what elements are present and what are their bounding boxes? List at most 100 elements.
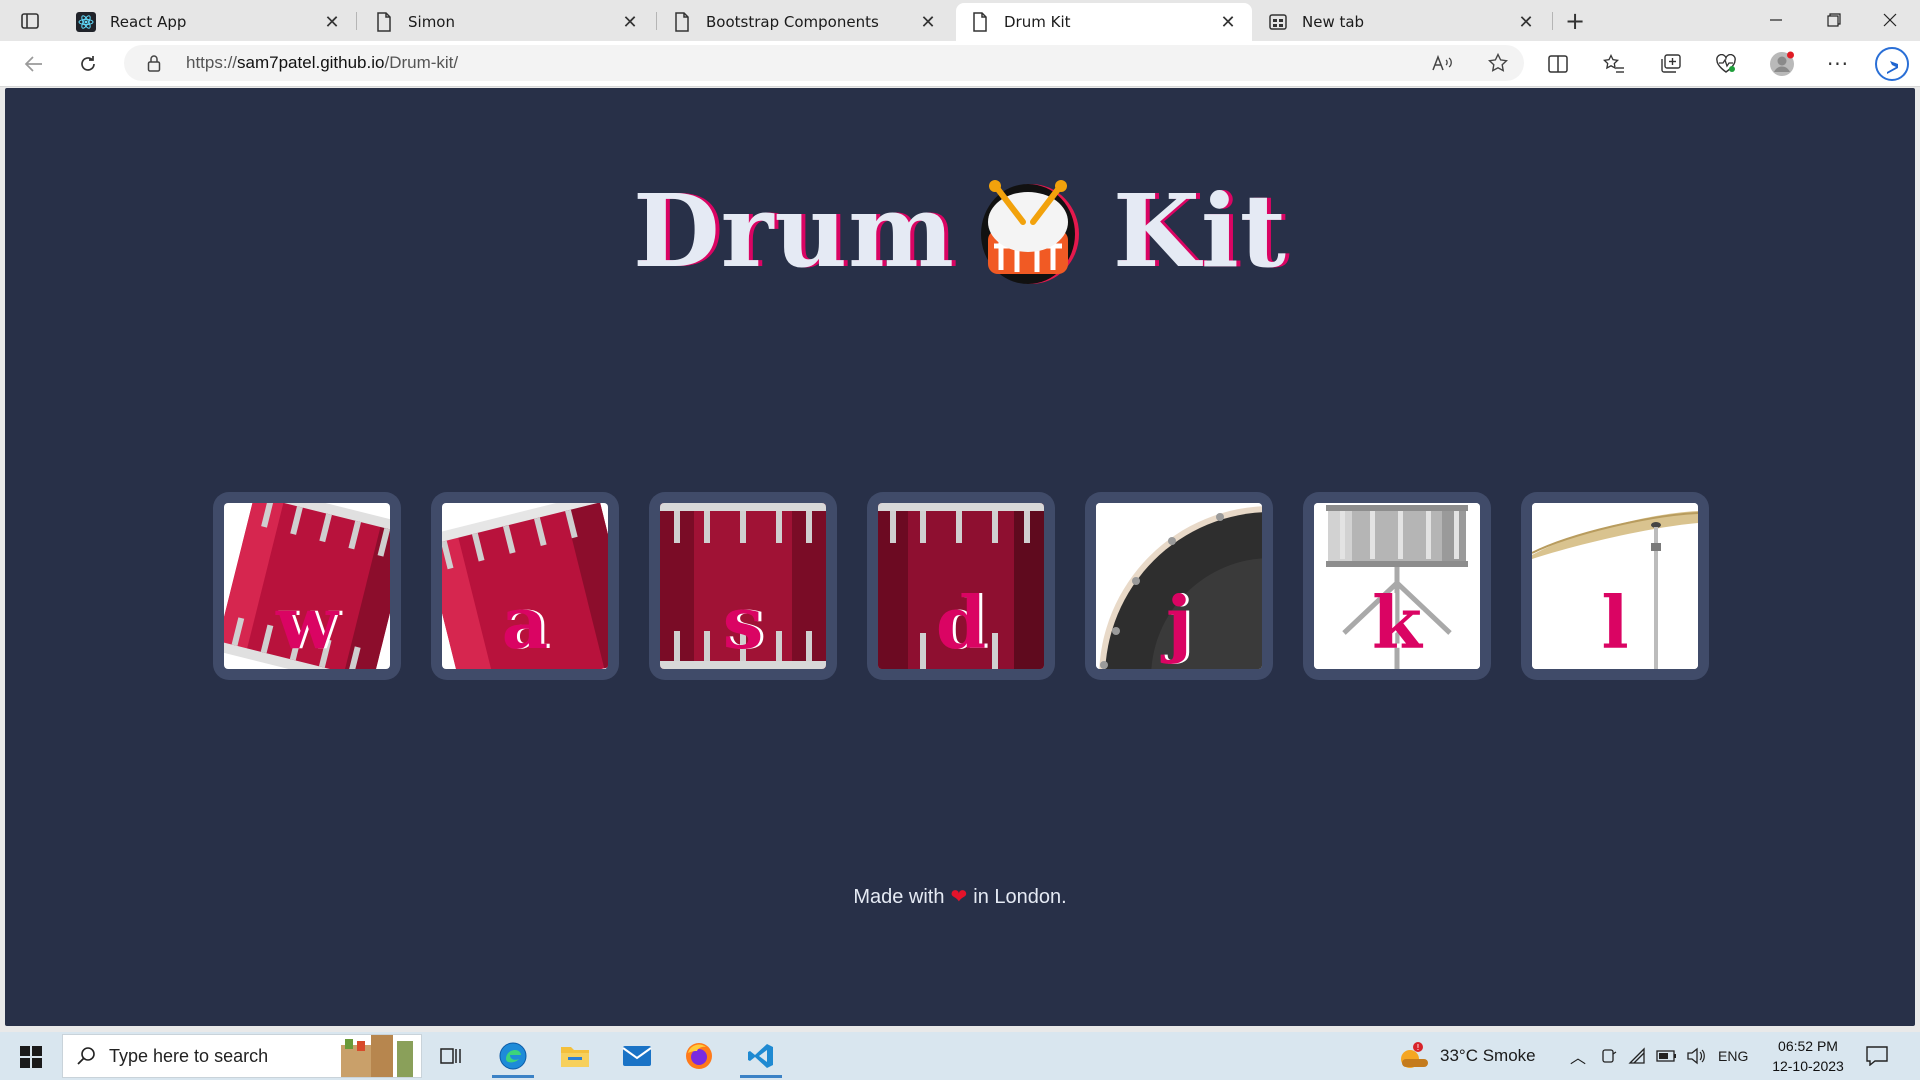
settings-more-button[interactable]: ··· — [1822, 49, 1854, 79]
read-aloud-icon — [1432, 54, 1452, 71]
drum-key-label: k — [1372, 580, 1422, 665]
mail-icon — [622, 1046, 652, 1066]
url-text[interactable]: https://sam7patel.github.io/Drum-kit/ — [186, 53, 458, 73]
title-kit: Kit — [1112, 172, 1287, 290]
tab-close-icon[interactable]: ✕ — [1516, 12, 1536, 33]
page-icon — [374, 12, 394, 32]
new-tab-button[interactable]: + — [1560, 6, 1590, 36]
windows-logo-icon — [20, 1046, 42, 1068]
tab-bootstrap-components[interactable]: Bootstrap Components ✕ — [658, 3, 952, 41]
tab-actions-button[interactable] — [14, 8, 46, 34]
clock-time: 06:52 PM — [1778, 1038, 1838, 1054]
address-bar[interactable]: https://sam7patel.github.io/Drum-kit/ — [124, 45, 1524, 81]
chevron-up-icon[interactable]: ︿ — [1570, 1044, 1586, 1068]
url-prefix: https:// — [186, 53, 238, 72]
react-icon — [76, 12, 96, 32]
weather-text: 33°C Smoke — [1440, 1046, 1536, 1065]
split-screen-button[interactable] — [1542, 49, 1574, 79]
bass-drum-image: j — [1096, 503, 1262, 669]
tab-close-icon[interactable]: ✕ — [620, 12, 640, 33]
folder-icon — [561, 1047, 589, 1067]
tab-new-tab[interactable]: New tab ✕ — [1254, 3, 1550, 41]
newtab-icon — [1268, 12, 1288, 32]
bing-chat-icon — [1875, 47, 1909, 81]
drum-key-label: l — [1601, 580, 1629, 665]
favorites-list-icon — [1603, 54, 1624, 73]
drum-kit-page: Drum Kit w a s d j k l Made with ❤ in Lo… — [5, 88, 1915, 1026]
search-placeholder: Type here to search — [109, 1045, 269, 1066]
tab-title: React App — [110, 13, 187, 31]
lock-icon[interactable] — [144, 53, 164, 73]
taskbar-search-box[interactable]: Type here to search — [62, 1034, 422, 1078]
tab-drum-kit[interactable]: Drum Kit ✕ — [956, 3, 1252, 41]
search-highlight-illustration — [341, 1035, 413, 1077]
tab-title: New tab — [1302, 13, 1365, 31]
language-indicator[interactable]: ENG — [1718, 1048, 1748, 1064]
back-button[interactable] — [18, 49, 50, 79]
drum-button-a[interactable]: a — [431, 492, 619, 680]
notifications-button[interactable] — [1866, 1032, 1888, 1080]
volume-icon[interactable] — [1686, 1047, 1706, 1065]
refresh-button[interactable] — [72, 49, 104, 79]
drum-button-w[interactable]: w — [213, 492, 401, 680]
drum-key-label: j — [1165, 580, 1193, 665]
drum-button-l[interactable]: l — [1521, 492, 1709, 680]
tab-simon[interactable]: Simon ✕ — [360, 3, 654, 41]
cymbal-image: l — [1532, 503, 1698, 669]
task-view-icon — [440, 1048, 461, 1064]
page-icon — [970, 12, 990, 32]
tab-strip: React App ✕ Simon ✕ Bootstrap Components… — [0, 0, 1920, 41]
restore-button[interactable] — [1806, 0, 1862, 40]
weather-icon: ! — [1401, 1042, 1428, 1068]
taskbar-file-explorer[interactable] — [550, 1034, 600, 1078]
drum-button-d[interactable]: d — [867, 492, 1055, 680]
search-icon — [63, 1046, 109, 1066]
svg-text:!: ! — [1416, 1043, 1419, 1052]
browser-essentials-button[interactable] — [1710, 49, 1742, 79]
wifi-icon[interactable] — [1628, 1047, 1646, 1065]
tab-divider — [656, 12, 657, 30]
profile-button[interactable] — [1766, 49, 1798, 79]
collections-icon — [1661, 54, 1681, 73]
refresh-icon — [81, 56, 95, 71]
drum-button-s[interactable]: s — [649, 492, 837, 680]
footer-made-with: Made with — [853, 886, 945, 908]
taskbar-firefox[interactable] — [674, 1034, 724, 1078]
footer-text: Made with ❤ in London. — [5, 884, 1915, 909]
clock[interactable]: 06:52 PM 12-10-2023 — [1768, 1036, 1848, 1076]
tab-title: Drum Kit — [1004, 13, 1071, 31]
task-view-button[interactable] — [426, 1034, 476, 1078]
avatar — [1770, 51, 1794, 76]
copilot-button[interactable] — [1872, 45, 1912, 83]
tab-close-icon[interactable]: ✕ — [918, 12, 938, 33]
tab-divider — [356, 12, 357, 30]
taskbar-mail[interactable] — [612, 1034, 662, 1078]
silver-snare-image: k — [1314, 503, 1480, 669]
collections-button[interactable] — [1654, 49, 1686, 79]
tab-close-icon[interactable]: ✕ — [1218, 12, 1238, 33]
tab-close-icon[interactable]: ✕ — [322, 12, 342, 33]
tab-title: Bootstrap Components — [706, 13, 879, 31]
page-title: Drum Kit — [5, 172, 1915, 296]
favorites-button[interactable] — [1598, 49, 1630, 79]
clock-date: 12-10-2023 — [1772, 1058, 1844, 1074]
meet-now-icon[interactable] — [1600, 1047, 1618, 1065]
tab-react-app[interactable]: React App ✕ — [62, 3, 356, 41]
split-screen-icon — [1548, 55, 1568, 73]
weather-widget[interactable]: ! 33°C Smoke — [1398, 1032, 1536, 1080]
drum-button-j[interactable]: j — [1085, 492, 1273, 680]
favorite-button[interactable] — [1482, 48, 1514, 78]
minimize-button[interactable] — [1748, 0, 1804, 40]
read-aloud-button[interactable] — [1426, 48, 1458, 78]
system-tray: ︿ ENG — [1570, 1032, 1748, 1080]
more-icon: ··· — [1826, 52, 1850, 76]
taskbar-edge[interactable] — [488, 1034, 538, 1078]
drum-key-label: w — [276, 580, 338, 665]
start-button[interactable] — [8, 1038, 54, 1076]
drum-button-k[interactable]: k — [1303, 492, 1491, 680]
battery-icon[interactable] — [1656, 1049, 1678, 1063]
taskbar-vscode[interactable] — [736, 1034, 786, 1078]
drum-buttons: w a s d j k l — [213, 492, 1713, 682]
tab-actions-icon — [21, 13, 39, 29]
close-window-button[interactable] — [1862, 0, 1918, 40]
